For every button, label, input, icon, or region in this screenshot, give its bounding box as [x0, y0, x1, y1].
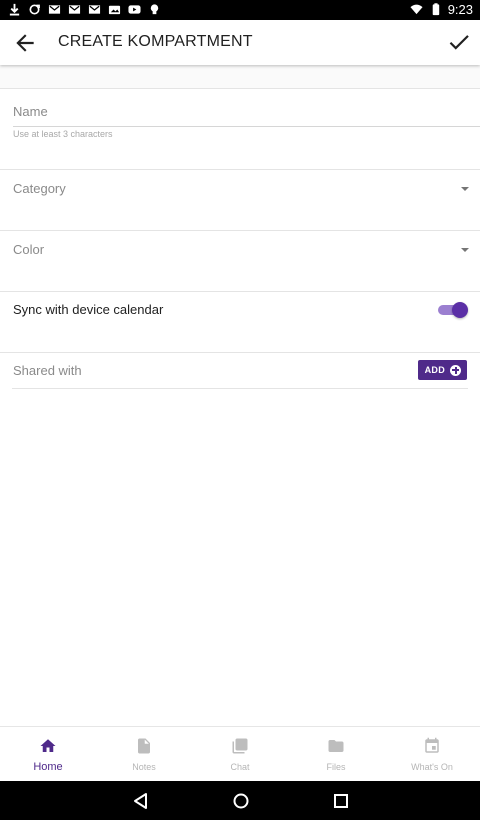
add-button-label: ADD [424, 365, 445, 375]
page-title: CREATE KOMPARTMENT [58, 33, 253, 50]
name-hint: Use at least 3 characters [13, 129, 113, 139]
wifi-icon [410, 4, 423, 15]
color-label: Color [13, 242, 45, 257]
chat-icon [232, 738, 248, 754]
check-icon[interactable] [446, 29, 472, 55]
nav-label: Notes [132, 762, 156, 772]
status-time: 9:23 [447, 2, 473, 17]
shared-with-section: Shared with ADD [12, 353, 468, 389]
youtube-icon [128, 5, 141, 14]
category-select[interactable]: Category [0, 170, 480, 231]
battery-icon [432, 3, 439, 16]
nav-files[interactable]: Files [288, 727, 384, 781]
sync-toggle[interactable] [438, 302, 468, 318]
nav-chat[interactable]: Chat [192, 727, 288, 781]
nav-home[interactable]: Home [0, 727, 96, 781]
gmail-icon [48, 5, 61, 14]
lightbulb-icon [150, 4, 159, 15]
bottom-navigation: Home Notes Chat Files What's On [0, 726, 480, 781]
home-icon [40, 739, 56, 752]
system-status: 9:23 [410, 2, 473, 17]
nav-label: Chat [230, 762, 250, 772]
name-input[interactable] [13, 97, 480, 127]
photos-icon [108, 5, 121, 15]
toggle-thumb [452, 302, 468, 318]
note-icon [138, 738, 150, 754]
sync-icon [29, 4, 40, 15]
sync-label: Sync with device calendar [13, 302, 164, 317]
gmail-icon [68, 5, 81, 14]
nav-label: Files [326, 762, 346, 772]
add-circle-icon [450, 364, 461, 376]
arrow-back-icon[interactable] [12, 30, 38, 56]
nav-whats-on[interactable]: What's On [384, 727, 480, 781]
recents-square-icon[interactable] [331, 791, 351, 811]
color-select[interactable]: Color [0, 231, 480, 292]
back-triangle-icon[interactable] [131, 791, 151, 811]
nav-notes[interactable]: Notes [96, 727, 192, 781]
add-member-button[interactable]: ADD [417, 360, 467, 380]
app-bar: CREATE KOMPARTMENT [0, 20, 480, 65]
calendar-icon [425, 737, 439, 753]
home-circle-icon[interactable] [231, 791, 251, 811]
sync-section: Sync with device calendar [0, 292, 480, 353]
nav-label: Home [33, 761, 63, 773]
status-bar: 9:23 [0, 0, 480, 20]
dropdown-arrow-icon [461, 248, 469, 252]
category-label: Category [13, 181, 66, 196]
dropdown-arrow-icon [461, 187, 469, 191]
name-section: Use at least 3 characters [0, 89, 480, 170]
shared-with-label: Shared with [13, 363, 82, 378]
folder-icon [328, 740, 344, 752]
nav-label: What's On [411, 762, 453, 772]
notification-icons [8, 3, 161, 16]
system-navigation-bar [0, 781, 480, 820]
download-icon [9, 3, 20, 16]
header-spacer [0, 65, 480, 89]
gmail-icon [88, 5, 101, 14]
